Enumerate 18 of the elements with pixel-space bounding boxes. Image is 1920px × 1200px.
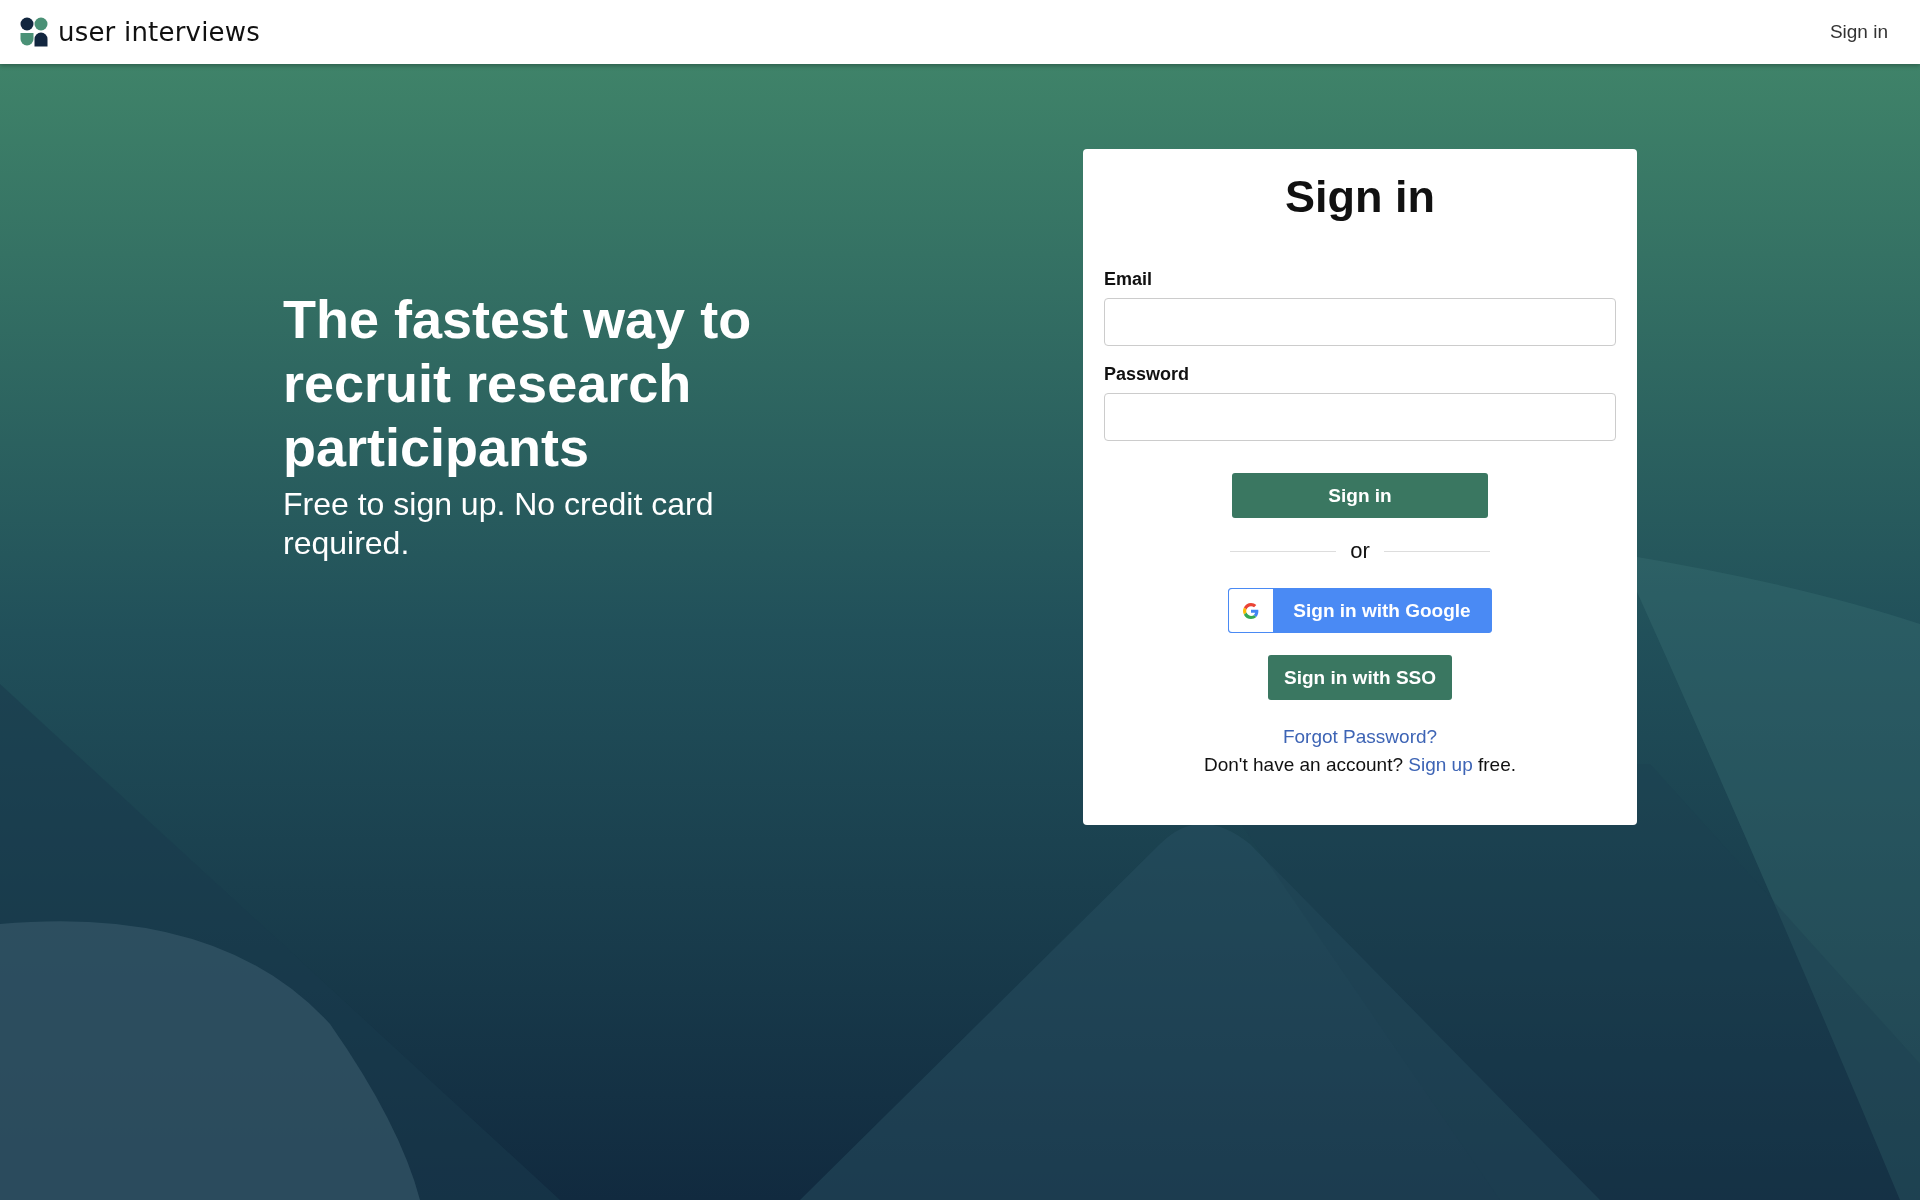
sign-in-link[interactable]: Sign in [1829,21,1888,43]
sign-up-prompt: Don't have an account? Sign up free. [1203,754,1517,776]
brand-name[interactable]: user interviews [58,17,260,47]
logo-icon [20,17,50,47]
hero-heading: The fastest way to recruit research participants [283,288,753,479]
google-icon [1243,602,1259,619]
sign-in-button[interactable]: Sign in [1232,473,1488,518]
divider-text: or [1350,538,1370,564]
input-field[interactable] [1104,393,1616,441]
sign-up-link[interactable]: Sign up [1408,754,1473,775]
field-label: Email [1104,269,1153,290]
form-title: Sign in [1285,171,1435,223]
sso-sign-in-button[interactable]: Sign in with SSO [1268,655,1452,700]
google-sign-in-button[interactable]: Sign in with Google [1228,588,1492,633]
forgot-password-link[interactable]: Forgot Password? [1282,726,1438,748]
input-field[interactable] [1104,298,1616,346]
field-label: Password [1104,364,1190,385]
hero-subtitle: Free to sign up. No credit card required. [283,485,715,563]
